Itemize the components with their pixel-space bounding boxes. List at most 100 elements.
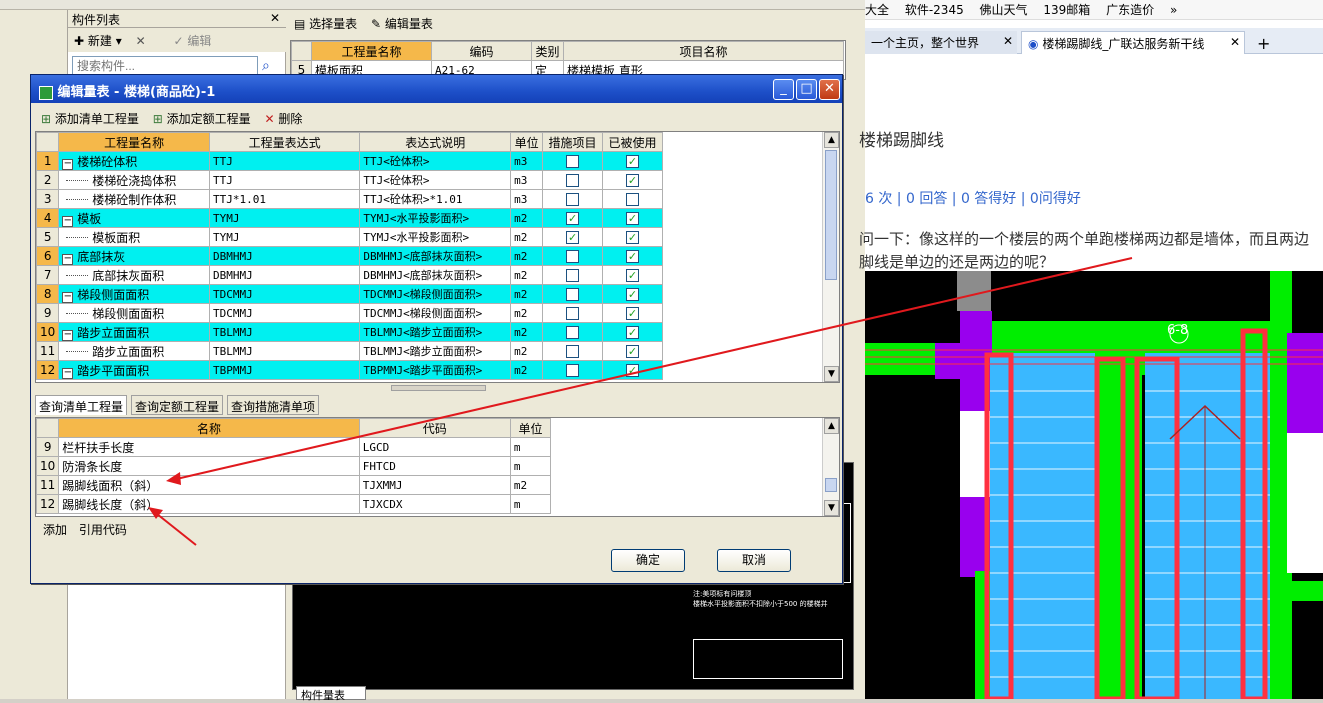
used-checkbox[interactable] xyxy=(626,193,640,206)
cell-used[interactable]: ✓ xyxy=(602,322,663,342)
new-button[interactable]: ✚ 新建 ▾ xyxy=(74,34,122,48)
cell-name[interactable]: 楼梯砼浇捣体积 xyxy=(58,170,210,190)
cell-measure[interactable] xyxy=(542,360,604,380)
delete-icon[interactable]: ✕ xyxy=(136,34,146,48)
scroll-down-icon[interactable]: ▼ xyxy=(824,366,839,382)
col-header-unit[interactable]: 单位 xyxy=(510,132,544,152)
table-row[interactable]: 11 踏步立面面积 TBLMMJ TBLMMJ<踏步立面面积> m2 ✓ xyxy=(36,341,663,361)
cell-measure[interactable] xyxy=(542,341,604,361)
cell-expression[interactable]: TTJ*1.01 xyxy=(208,189,361,209)
table-row[interactable]: 8− 梯段侧面面积 TDCMMJ TDCMMJ<梯段侧面面积> m2 ✓ xyxy=(36,284,663,304)
cell-used[interactable]: ✓ xyxy=(602,360,663,380)
collapse-icon[interactable]: − xyxy=(62,253,74,265)
col-header-item[interactable]: 项目名称 xyxy=(563,41,844,61)
cell-name[interactable]: − 梯段侧面面积 xyxy=(58,284,210,304)
add-code-button[interactable]: 添加 xyxy=(43,523,67,537)
cell-used[interactable]: ✓ xyxy=(602,208,663,228)
measure-checkbox[interactable] xyxy=(566,364,580,377)
collapse-icon[interactable]: − xyxy=(62,367,74,379)
collapse-icon[interactable]: − xyxy=(62,215,74,227)
col-header-description[interactable]: 表达式说明 xyxy=(359,132,512,152)
tab-query-quota[interactable]: 查询定额工程量 xyxy=(131,395,224,415)
edit-table-button[interactable]: ✎ 编辑量表 xyxy=(371,17,433,31)
used-checkbox[interactable]: ✓ xyxy=(626,326,640,339)
edit-button[interactable]: ✓ 编辑 xyxy=(173,34,211,48)
delete-button[interactable]: ✕ 删除 xyxy=(264,112,302,126)
question-stats[interactable]: 6 次 | 0 回答 | 0 答得好 | 0问得好 xyxy=(865,188,1081,208)
dialog-title-bar[interactable]: 编辑量表 - 楼梯(商品砼)-1 xyxy=(31,75,842,103)
cancel-button[interactable]: 取消 xyxy=(717,549,791,572)
cell-measure[interactable] xyxy=(542,189,604,209)
table-row[interactable]: 9 栏杆扶手长度 LGCD m xyxy=(36,437,552,457)
cell-name[interactable]: 踏步立面面积 xyxy=(58,341,210,361)
cell-measure[interactable] xyxy=(542,170,604,190)
cell-name[interactable]: 梯段侧面面积 xyxy=(58,303,210,323)
cell-used[interactable]: ✓ xyxy=(602,151,663,171)
component-search-input[interactable] xyxy=(72,56,258,76)
table-row[interactable]: 11 踢脚线面积（斜） TJXMMJ m2 xyxy=(36,475,552,495)
cell-name[interactable]: 底部抹灰面积 xyxy=(58,265,210,285)
cell-expression[interactable]: TBPMMJ xyxy=(208,360,361,380)
measure-checkbox[interactable] xyxy=(566,250,580,263)
measure-checkbox[interactable] xyxy=(566,193,580,206)
cell-measure[interactable] xyxy=(542,246,604,266)
measure-checkbox[interactable] xyxy=(566,269,580,282)
tab-query-list[interactable]: 查询清单工程量 xyxy=(35,395,128,415)
table-row[interactable]: 10− 踏步立面面积 TBLMMJ TBLMMJ<踏步立面面积> m2 ✓ xyxy=(36,322,663,342)
scroll-up-icon[interactable]: ▲ xyxy=(824,132,839,148)
cell-expression[interactable]: TTJ xyxy=(208,170,361,190)
measure-checkbox[interactable] xyxy=(566,155,580,168)
used-checkbox[interactable]: ✓ xyxy=(626,250,640,263)
table-row[interactable]: 1− 楼梯砼体积 TTJ TTJ<砼体积> m3 ✓ xyxy=(36,151,663,171)
measure-checkbox[interactable] xyxy=(566,326,580,339)
col-header-expression[interactable]: 工程量表达式 xyxy=(208,132,361,152)
cell-name[interactable]: 楼梯砼制作体积 xyxy=(58,189,210,209)
browser-tab-active[interactable]: ◉ 楼梯踢脚线_广联达服务新干线 ✕ xyxy=(1021,31,1245,54)
used-checkbox[interactable]: ✓ xyxy=(626,231,640,244)
used-checkbox[interactable]: ✓ xyxy=(626,345,640,358)
cell-used[interactable]: ✓ xyxy=(602,265,663,285)
add-quota-quantity-button[interactable]: ⊞ 添加定额工程量 xyxy=(153,112,251,126)
tab-query-measure[interactable]: 查询措施清单项 xyxy=(227,395,320,415)
cell-name[interactable]: − 楼梯砼体积 xyxy=(58,151,210,171)
measure-checkbox[interactable] xyxy=(566,307,580,320)
used-checkbox[interactable]: ✓ xyxy=(626,155,640,168)
col-header-name[interactable]: 名称 xyxy=(58,418,360,438)
cell-measure[interactable]: ✓ xyxy=(542,227,604,247)
cell-used[interactable]: ✓ xyxy=(602,341,663,361)
grid-scrollbar[interactable]: ▲ ▼ xyxy=(822,132,839,382)
close-icon[interactable]: ✕ xyxy=(270,11,280,25)
cell-name[interactable]: − 底部抹灰 xyxy=(58,246,210,266)
table-row[interactable]: 4− 模板 TYMJ TYMJ<水平投影面积> m2 ✓ ✓ xyxy=(36,208,663,228)
close-icon[interactable]: ✕ xyxy=(1230,35,1240,49)
measure-checkbox[interactable]: ✓ xyxy=(566,212,580,225)
used-checkbox[interactable]: ✓ xyxy=(626,288,640,301)
select-table-button[interactable]: ▤ 选择量表 xyxy=(294,17,357,31)
search-icon[interactable]: ⌕ xyxy=(262,58,270,74)
tab-component-table[interactable]: 构件量表 xyxy=(296,686,366,702)
cell-expression[interactable]: TYMJ xyxy=(208,227,361,247)
new-tab-button[interactable]: + xyxy=(1251,31,1276,54)
cell-name[interactable]: − 踏步平面面积 xyxy=(58,360,210,380)
close-button[interactable]: ✕ xyxy=(819,79,840,100)
used-checkbox[interactable]: ✓ xyxy=(626,364,640,377)
measure-checkbox[interactable]: ✓ xyxy=(566,231,580,244)
table-row[interactable]: 9 梯段侧面面积 TDCMMJ TDCMMJ<梯段侧面面积> m2 ✓ xyxy=(36,303,663,323)
table-row[interactable]: 2 楼梯砼浇捣体积 TTJ TTJ<砼体积> m3 ✓ xyxy=(36,170,663,190)
cell-measure[interactable] xyxy=(542,265,604,285)
col-header-name[interactable]: 工程量名称 xyxy=(311,41,432,61)
cell-used[interactable]: ✓ xyxy=(602,246,663,266)
cell-expression[interactable]: DBMHMJ xyxy=(208,265,361,285)
table-row[interactable]: 12− 踏步平面面积 TBPMMJ TBPMMJ<踏步平面面积> m2 ✓ xyxy=(36,360,663,380)
scroll-thumb[interactable] xyxy=(825,478,837,492)
table-row[interactable]: 5 模板面积 TYMJ TYMJ<水平投影面积> m2 ✓ ✓ xyxy=(36,227,663,247)
query-scrollbar[interactable]: ▲ ▼ xyxy=(822,418,839,516)
cell-expression[interactable]: DBMHMJ xyxy=(208,246,361,266)
cell-expression[interactable]: TDCMMJ xyxy=(208,303,361,323)
minimize-button[interactable]: _ xyxy=(773,79,794,100)
cell-used[interactable]: ✓ xyxy=(602,303,663,323)
close-icon[interactable]: ✕ xyxy=(1003,34,1013,48)
scroll-thumb[interactable] xyxy=(825,150,837,280)
measure-checkbox[interactable] xyxy=(566,174,580,187)
col-header-name[interactable]: 工程量名称 xyxy=(58,132,210,152)
